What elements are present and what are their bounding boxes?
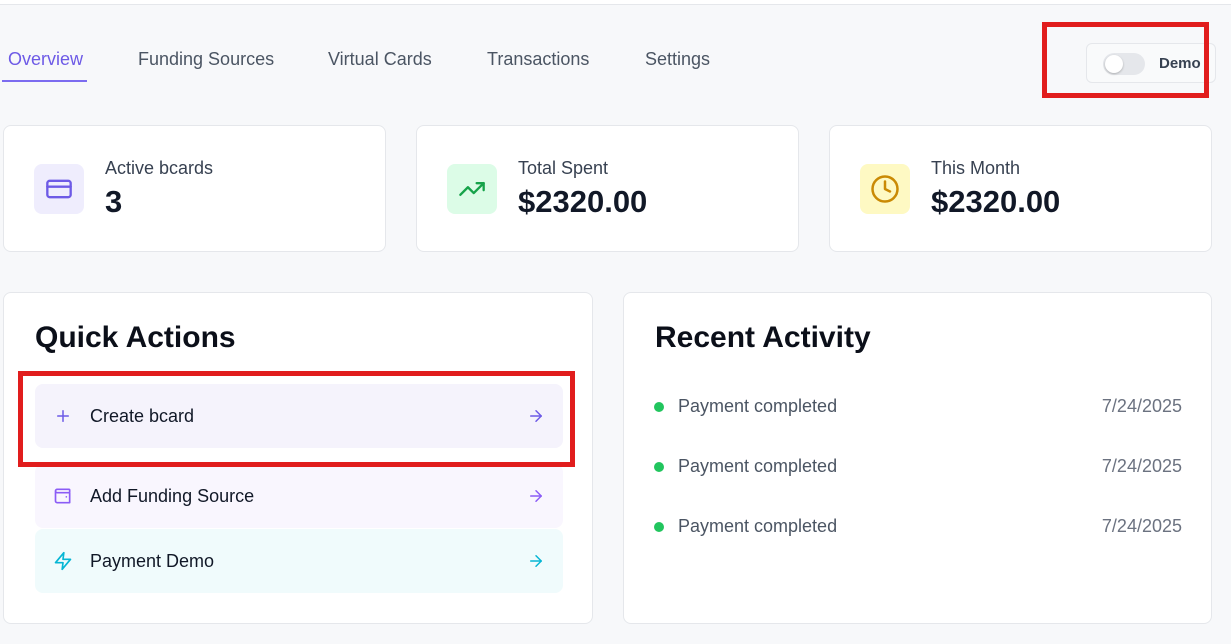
- lightning-icon: [53, 551, 73, 571]
- activity-text: Payment completed: [678, 456, 838, 476]
- action-label: Payment Demo: [90, 551, 215, 571]
- quick-actions-title: Quick Actions: [35, 321, 236, 354]
- demo-label: Demo: [1159, 55, 1201, 72]
- create-bcard-button[interactable]: Create bcard: [35, 384, 563, 448]
- clock-icon: [860, 164, 910, 214]
- tab-transactions[interactable]: Transactions: [487, 38, 589, 82]
- stat-card-active-bcards: Active bcards 3: [3, 125, 386, 252]
- activity-date: 7/24/2025: [1101, 456, 1182, 476]
- tab-funding-sources[interactable]: Funding Sources: [138, 38, 274, 82]
- trending-up-icon: [447, 164, 497, 214]
- payment-demo-button[interactable]: Payment Demo: [35, 529, 563, 593]
- tab-settings[interactable]: Settings: [645, 38, 710, 82]
- stat-label: Active bcards: [105, 158, 214, 178]
- action-label: Add Funding Source: [90, 486, 255, 506]
- recent-activity-title: Recent Activity: [655, 321, 871, 354]
- stat-value: $2320.00: [931, 184, 1061, 219]
- activity-date: 7/24/2025: [1101, 396, 1182, 416]
- stat-card-this-month: This Month $2320.00: [829, 125, 1212, 252]
- tab-overview[interactable]: Overview: [1, 38, 88, 82]
- activity-item: Payment completed 7/24/2025: [654, 386, 1182, 426]
- stat-label: Total Spent: [518, 158, 609, 178]
- stat-value: $2320.00: [518, 184, 648, 219]
- activity-text: Payment completed: [678, 396, 838, 416]
- activity-item: Payment completed 7/24/2025: [654, 446, 1182, 486]
- demo-switch[interactable]: [1103, 53, 1145, 75]
- status-dot: [654, 402, 664, 412]
- arrow-right-icon: [530, 490, 542, 502]
- top-bar: [0, 0, 1231, 5]
- arrow-right-icon: [530, 555, 542, 567]
- status-dot: [654, 522, 664, 532]
- activity-text: Payment completed: [678, 516, 838, 536]
- stat-card-total-spent: Total Spent $2320.00: [416, 125, 799, 252]
- wallet-icon: [53, 486, 73, 506]
- plus-icon: [53, 406, 73, 426]
- arrow-right-icon: [530, 410, 542, 422]
- stat-label: This Month: [931, 158, 1021, 178]
- demo-toggle[interactable]: Demo: [1086, 43, 1216, 83]
- tab-virtual-cards[interactable]: Virtual Cards: [328, 38, 432, 82]
- quick-actions-panel: Quick Actions Create bcard Add Funding S…: [3, 292, 593, 624]
- credit-card-icon: [34, 164, 84, 214]
- status-dot: [654, 462, 664, 472]
- switch-knob: [1105, 55, 1123, 73]
- recent-activity-panel: Recent Activity Payment completed 7/24/2…: [623, 292, 1212, 624]
- activity-item: Payment completed 7/24/2025: [654, 506, 1182, 546]
- action-label: Create bcard: [90, 406, 195, 426]
- stat-value: 3: [105, 184, 123, 219]
- add-funding-source-button[interactable]: Add Funding Source: [35, 464, 563, 528]
- activity-date: 7/24/2025: [1101, 516, 1182, 536]
